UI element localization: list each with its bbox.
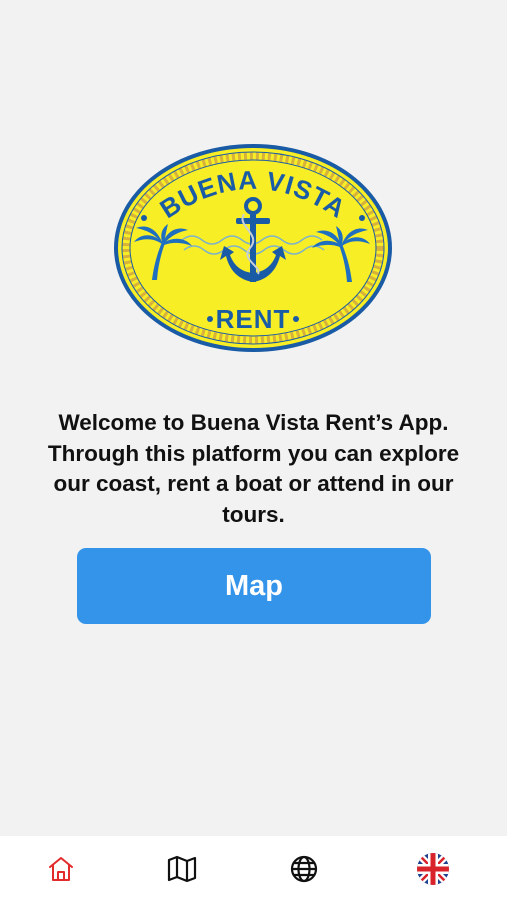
tab-home[interactable] [44, 852, 78, 886]
globe-icon [290, 855, 318, 883]
main-content: BUENA VISTA RENT Welcome to Buena Vista … [0, 0, 507, 836]
bottom-tab-bar [0, 836, 507, 900]
tab-language[interactable] [416, 852, 450, 886]
buena-vista-rent-logo: BUENA VISTA RENT [114, 144, 392, 352]
home-icon [49, 857, 73, 881]
tab-globe[interactable] [287, 852, 321, 886]
tab-map[interactable] [165, 852, 199, 886]
welcome-text: Welcome to Buena Vista Rent’s App. Throu… [47, 410, 460, 527]
logo-bottom-text: RENT [216, 304, 291, 334]
map-icon [167, 855, 197, 883]
map-button[interactable]: Map [77, 548, 431, 624]
uk-flag-icon [417, 853, 449, 885]
